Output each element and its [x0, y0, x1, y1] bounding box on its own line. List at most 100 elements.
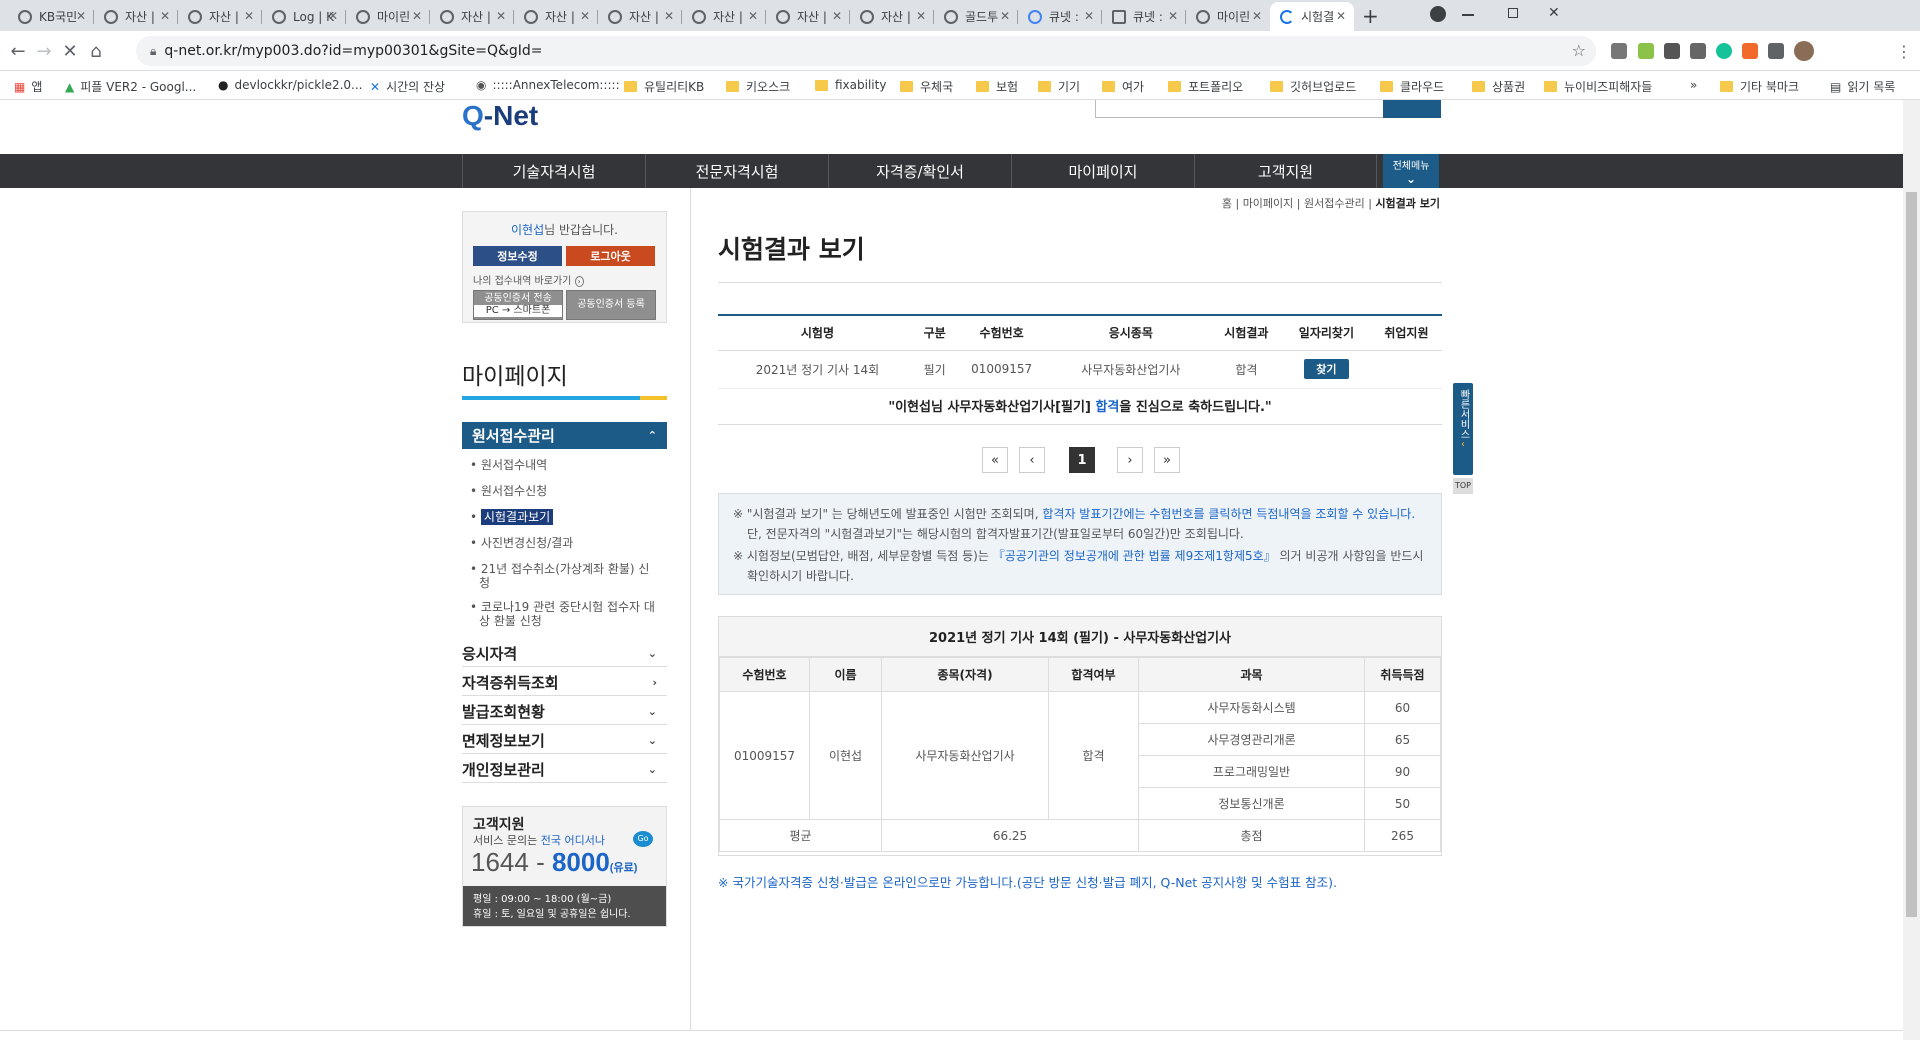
close-tab-icon[interactable]: ✕ [76, 9, 86, 23]
close-tab-icon[interactable]: ✕ [1168, 9, 1178, 23]
browser-tab[interactable]: 자산 | ✕ [514, 2, 598, 31]
browser-tab[interactable]: 큐넷 : ✕ [1018, 2, 1102, 31]
gnb-item[interactable]: 고객지원 [1194, 154, 1377, 188]
address-bar[interactable]: 🔒︎ q-net.or.kr/myp003.do?id=myp00301&gSi… [136, 36, 1596, 66]
camera-extension-icon[interactable] [1611, 43, 1627, 59]
bookmark-folder[interactable]: 뉴이비즈피해자들 [1544, 78, 1652, 95]
bookmark-folder[interactable]: 여가 [1102, 78, 1144, 95]
first-page-button[interactable]: « [982, 447, 1008, 473]
close-tab-icon[interactable]: ✕ [496, 9, 506, 23]
download-icon[interactable] [1690, 43, 1706, 59]
bookmark-folder[interactable]: 기기 [1038, 78, 1080, 95]
back-icon[interactable]: ← [6, 39, 30, 63]
browser-tab-active[interactable]: 시험결 ✕ [1270, 2, 1354, 31]
logout-button[interactable]: 로그아웃 [566, 246, 655, 266]
qnet-logo[interactable]: Q-Net [462, 100, 538, 131]
bookmark-item[interactable]: ▲ 피플 VER2 - Googl... [65, 78, 196, 95]
prev-page-button[interactable]: ‹ [1019, 447, 1045, 473]
extension-icon[interactable] [1742, 43, 1758, 59]
sidebar-category[interactable]: 발급조회현황 ⌄ [462, 698, 667, 725]
bookmark-folder[interactable]: 클라우드 [1380, 78, 1444, 95]
profile-avatar[interactable] [1794, 41, 1814, 61]
breadcrumb-home[interactable]: 홈 [1222, 197, 1232, 210]
bookmark-folder[interactable]: 유틸리티KB [624, 78, 704, 95]
next-page-button[interactable]: › [1117, 447, 1143, 473]
browser-tab[interactable]: 자산 | ✕ [850, 2, 934, 31]
minimize-icon[interactable] [1462, 14, 1474, 16]
exam-number-link[interactable]: 01009157 [952, 350, 1051, 389]
other-bookmarks[interactable]: 기타 북마크 [1720, 78, 1799, 95]
close-tab-icon[interactable]: ✕ [160, 9, 170, 23]
close-tab-icon[interactable]: ✕ [1000, 9, 1010, 23]
extension-icon[interactable] [1638, 43, 1654, 59]
all-menu-button[interactable]: 전체메뉴 ⌄ [1383, 154, 1439, 188]
find-job-button[interactable]: 찾기 [1304, 359, 1349, 379]
browser-tab[interactable]: 자산 | ✕ [682, 2, 766, 31]
new-tab-button[interactable]: + [1362, 4, 1379, 28]
reading-list[interactable]: ▤ 읽기 목록 [1830, 78, 1895, 95]
gnb-item[interactable]: 마이페이지 [1011, 154, 1194, 188]
close-tab-icon[interactable]: ✕ [832, 9, 842, 23]
gnb-item[interactable]: 기술자격시험 [462, 154, 645, 188]
close-tab-icon[interactable]: ✕ [1252, 9, 1262, 23]
sidebar-category[interactable]: 응시자격 ⌄ [462, 640, 667, 667]
bookmark-folder[interactable]: 포트폴리오 [1168, 78, 1243, 95]
restore-icon[interactable] [1508, 8, 1518, 18]
browser-tab[interactable]: 자산 | ✕ [766, 2, 850, 31]
sidebar-subitem[interactable]: • 21년 접수취소(가상계좌 환불) 신청 [470, 562, 660, 590]
bookmark-item[interactable]: ▦ 앱 [14, 78, 42, 95]
close-tab-icon[interactable]: ✕ [412, 9, 422, 23]
bookmark-folder[interactable]: 우체국 [900, 78, 953, 95]
bookmarks-overflow-button[interactable]: » [1690, 78, 1697, 92]
close-tab-icon[interactable]: ✕ [580, 9, 590, 23]
close-tab-icon[interactable]: ✕ [1084, 9, 1094, 23]
browser-tab[interactable]: 마이린 ✕ [346, 2, 430, 31]
bookmark-folder[interactable]: fixability [815, 78, 886, 92]
quick-service-button[interactable]: 빠른서비스 ‹ [1453, 383, 1473, 475]
close-tab-icon[interactable]: ✕ [1336, 9, 1346, 23]
site-search-button[interactable] [1383, 100, 1441, 118]
law-link[interactable]: 『공공기관의 정보공개에 관한 법률 제9조제1항제5호』 [993, 549, 1276, 563]
bookmark-folder[interactable]: 키오스크 [726, 78, 790, 95]
sidebar-subitem[interactable]: • 사진변경신청/결과 [470, 536, 573, 550]
close-tab-icon[interactable]: ✕ [748, 9, 758, 23]
page-scrollbar[interactable] [1903, 100, 1920, 1040]
tab-search-icon[interactable] [1430, 6, 1446, 22]
bookmark-star-icon[interactable]: ☆ [1572, 41, 1586, 60]
extension-icon[interactable] [1664, 43, 1680, 59]
scrollbar-thumb[interactable] [1906, 192, 1917, 917]
close-tab-icon[interactable]: ✕ [664, 9, 674, 23]
forward-icon[interactable]: → [32, 39, 56, 63]
close-window-icon[interactable]: ✕ [1548, 5, 1560, 21]
browser-tab[interactable]: 자산 | ✕ [598, 2, 682, 31]
bookmark-folder[interactable]: 보험 [976, 78, 1018, 95]
home-icon[interactable]: ⌂ [84, 39, 108, 63]
go-button[interactable]: Go [633, 831, 653, 847]
gnb-item[interactable]: 전문자격시험 [645, 154, 828, 188]
close-tab-icon[interactable]: ✕ [244, 9, 254, 23]
cert-transfer-button[interactable]: 공동인증서 전송 PC → 스마트폰 [473, 290, 563, 320]
shortcut-link[interactable]: 나의 접수내역 바로가기 › [473, 272, 584, 287]
stop-icon[interactable]: ✕ [58, 39, 82, 63]
browser-tab[interactable]: 자산 | ✕ [430, 2, 514, 31]
bookmark-folder[interactable]: 상품권 [1472, 78, 1525, 95]
close-tab-icon[interactable]: ✕ [328, 9, 338, 23]
grammarly-icon[interactable] [1716, 43, 1732, 59]
sidebar-category[interactable]: 면제정보보기 ⌄ [462, 727, 667, 754]
browser-tab[interactable]: 자산 | ✕ [178, 2, 262, 31]
bookmark-item[interactable]: ◉:::::AnnexTelecom::::: [476, 78, 620, 92]
sidebar-subitem[interactable]: • 코로나19 관련 중단시험 접수자 대상 환불 신청 [470, 600, 660, 628]
puzzle-extensions-icon[interactable] [1768, 43, 1784, 59]
cert-register-button[interactable]: 공동인증서 등록 [566, 290, 656, 320]
bookmark-item[interactable]: ✕ 시간의 잔상 [370, 78, 445, 95]
browser-tab[interactable]: 마이린 ✕ [1186, 2, 1270, 31]
site-search-input[interactable] [1095, 100, 1385, 118]
sidebar-subitem[interactable]: • 원서접수신청 [470, 484, 547, 498]
sidebar-category[interactable]: 개인정보관리 ⌄ [462, 756, 667, 783]
scroll-top-button[interactable]: TOP [1453, 478, 1473, 494]
last-page-button[interactable]: » [1154, 447, 1180, 473]
browser-tab[interactable]: 자산 | ✕ [94, 2, 178, 31]
bookmark-item[interactable]: ● devlockkr/pickle2.0... [218, 78, 362, 92]
browser-tab[interactable]: KB국민 ✕ [8, 2, 94, 31]
bookmark-folder[interactable]: 깃허브업로드 [1270, 78, 1356, 95]
